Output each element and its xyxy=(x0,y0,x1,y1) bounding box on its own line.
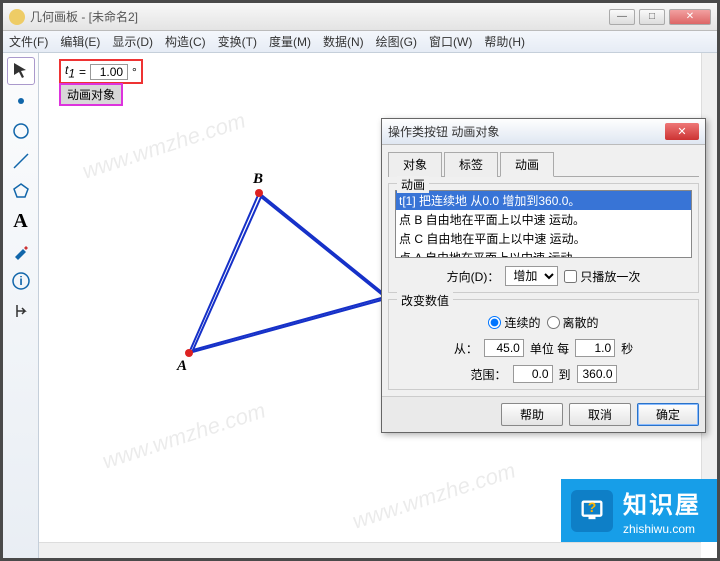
point-label-a: A xyxy=(177,358,187,375)
watermark: www.wmzhe.com xyxy=(349,457,519,534)
tab-label[interactable]: 标签 xyxy=(444,152,498,177)
arrow-tool[interactable] xyxy=(7,57,35,85)
parameter-display[interactable]: t1 = 1.00 ° xyxy=(59,59,143,84)
animation-list[interactable]: t[1] 把连续地 从0.0 增加到360.0。 点 B 自由地在平面上以中速 … xyxy=(395,190,692,258)
triangle-shape xyxy=(159,173,419,373)
circle-tool[interactable] xyxy=(7,117,35,145)
point-label-b: B xyxy=(253,171,263,188)
direction-label: 方向(D)： xyxy=(447,268,500,285)
dialog-tabs: 对象 标签 动画 xyxy=(388,151,699,177)
brand-name: 知识屋 xyxy=(623,485,701,520)
continuous-radio[interactable]: 连续的 xyxy=(488,314,540,331)
list-item[interactable]: 点 C 自由地在平面上以中速 运动。 xyxy=(396,229,691,248)
menu-construct[interactable]: 构造(C) xyxy=(165,33,206,50)
brand-url: zhishiwu.com xyxy=(623,522,701,536)
text-tool[interactable]: A xyxy=(7,207,35,235)
menu-bar: 文件(F) 编辑(E) 显示(D) 构造(C) 变换(T) 度量(M) 数据(N… xyxy=(3,31,717,53)
minimize-button[interactable]: — xyxy=(609,9,635,25)
svg-text:?: ? xyxy=(588,499,597,515)
range-to-input[interactable] xyxy=(577,365,617,383)
help-button[interactable]: 帮助 xyxy=(501,403,563,426)
menu-edit[interactable]: 编辑(E) xyxy=(60,33,100,50)
custom-tool[interactable] xyxy=(7,297,35,325)
from-input[interactable] xyxy=(484,339,524,357)
list-item[interactable]: 点 B 自由地在平面上以中速 运动。 xyxy=(396,210,691,229)
watermark: www.wmzhe.com xyxy=(99,397,269,474)
ok-button[interactable]: 确定 xyxy=(637,403,699,426)
menu-window[interactable]: 窗口(W) xyxy=(429,33,472,50)
range-from-input[interactable] xyxy=(513,365,553,383)
cancel-button[interactable]: 取消 xyxy=(569,403,631,426)
menu-measure[interactable]: 度量(M) xyxy=(269,33,311,50)
point-tool[interactable] xyxy=(7,87,35,115)
list-item[interactable]: 点 A 自由地在平面上以中速 运动。 xyxy=(396,248,691,258)
tool-palette: A i xyxy=(3,53,39,558)
close-button[interactable]: ✕ xyxy=(669,9,711,25)
play-once-checkbox[interactable]: 只播放一次 xyxy=(564,268,640,285)
window-titlebar: 几何画板 - [未命名2] — □ ✕ xyxy=(3,3,717,31)
menu-data[interactable]: 数据(N) xyxy=(323,33,364,50)
dialog-title: 操作类按钮 动画对象 xyxy=(388,123,665,140)
animation-dialog: 操作类按钮 动画对象 ✕ 对象 标签 动画 动画 t[1] 把连续地 从0.0 … xyxy=(381,118,706,433)
menu-display[interactable]: 显示(D) xyxy=(112,33,153,50)
menu-transform[interactable]: 变换(T) xyxy=(218,33,257,50)
brand-badge: ? 知识屋 zhishiwu.com xyxy=(561,479,717,542)
horizontal-scrollbar[interactable] xyxy=(39,542,701,558)
menu-graph[interactable]: 绘图(G) xyxy=(376,33,417,50)
menu-file[interactable]: 文件(F) xyxy=(9,33,48,50)
polygon-tool[interactable] xyxy=(7,177,35,205)
marker-tool[interactable] xyxy=(7,237,35,265)
list-item[interactable]: t[1] 把连续地 从0.0 增加到360.0。 xyxy=(396,191,691,210)
tab-object[interactable]: 对象 xyxy=(388,152,442,177)
direction-select[interactable]: 增加 xyxy=(505,266,558,286)
app-icon xyxy=(9,9,25,25)
window-title: 几何画板 - [未命名2] xyxy=(30,8,609,25)
menu-help[interactable]: 帮助(H) xyxy=(484,33,525,50)
tab-animation[interactable]: 动画 xyxy=(500,152,554,177)
info-tool[interactable]: i xyxy=(7,267,35,295)
svg-text:i: i xyxy=(19,274,22,288)
brand-icon: ? xyxy=(571,490,613,532)
dialog-close-button[interactable]: ✕ xyxy=(665,123,699,140)
discrete-radio[interactable]: 离散的 xyxy=(547,314,599,331)
animate-object-button[interactable]: 动画对象 xyxy=(59,83,123,106)
unit-input[interactable] xyxy=(575,339,615,357)
line-tool[interactable] xyxy=(7,147,35,175)
change-value-group: 改变数值 连续的 离散的 从： 单位 每 秒 范围： 到 xyxy=(388,299,699,390)
animation-group: 动画 t[1] 把连续地 从0.0 增加到360.0。 点 B 自由地在平面上以… xyxy=(388,183,699,293)
maximize-button[interactable]: □ xyxy=(639,9,665,25)
